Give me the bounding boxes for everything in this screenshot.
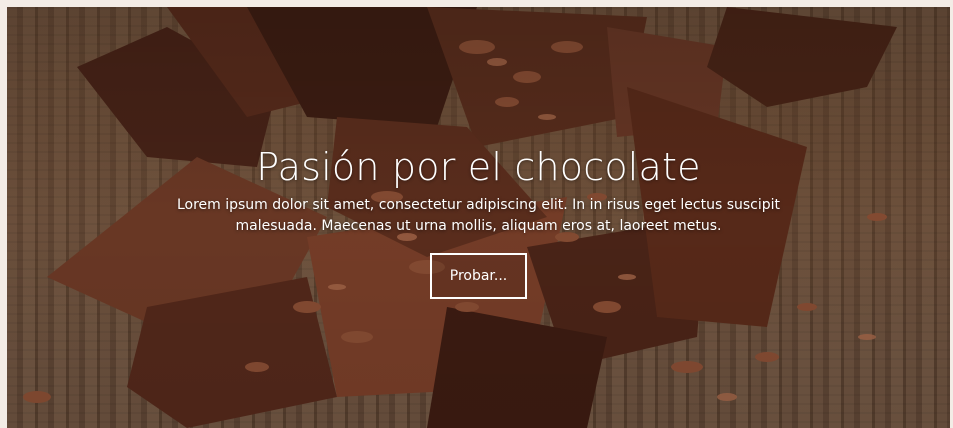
page: Pasión por el chocolate Lorem ipsum dolo… [0, 0, 953, 428]
hero-content: Pasión por el chocolate Lorem ipsum dolo… [7, 145, 950, 299]
hero-title: Pasión por el chocolate [256, 145, 701, 189]
hero-banner: Pasión por el chocolate Lorem ipsum dolo… [7, 7, 950, 428]
try-button[interactable]: Probar... [429, 253, 528, 299]
hero-subtitle: Lorem ipsum dolor sit amet, consectetur … [176, 197, 781, 234]
